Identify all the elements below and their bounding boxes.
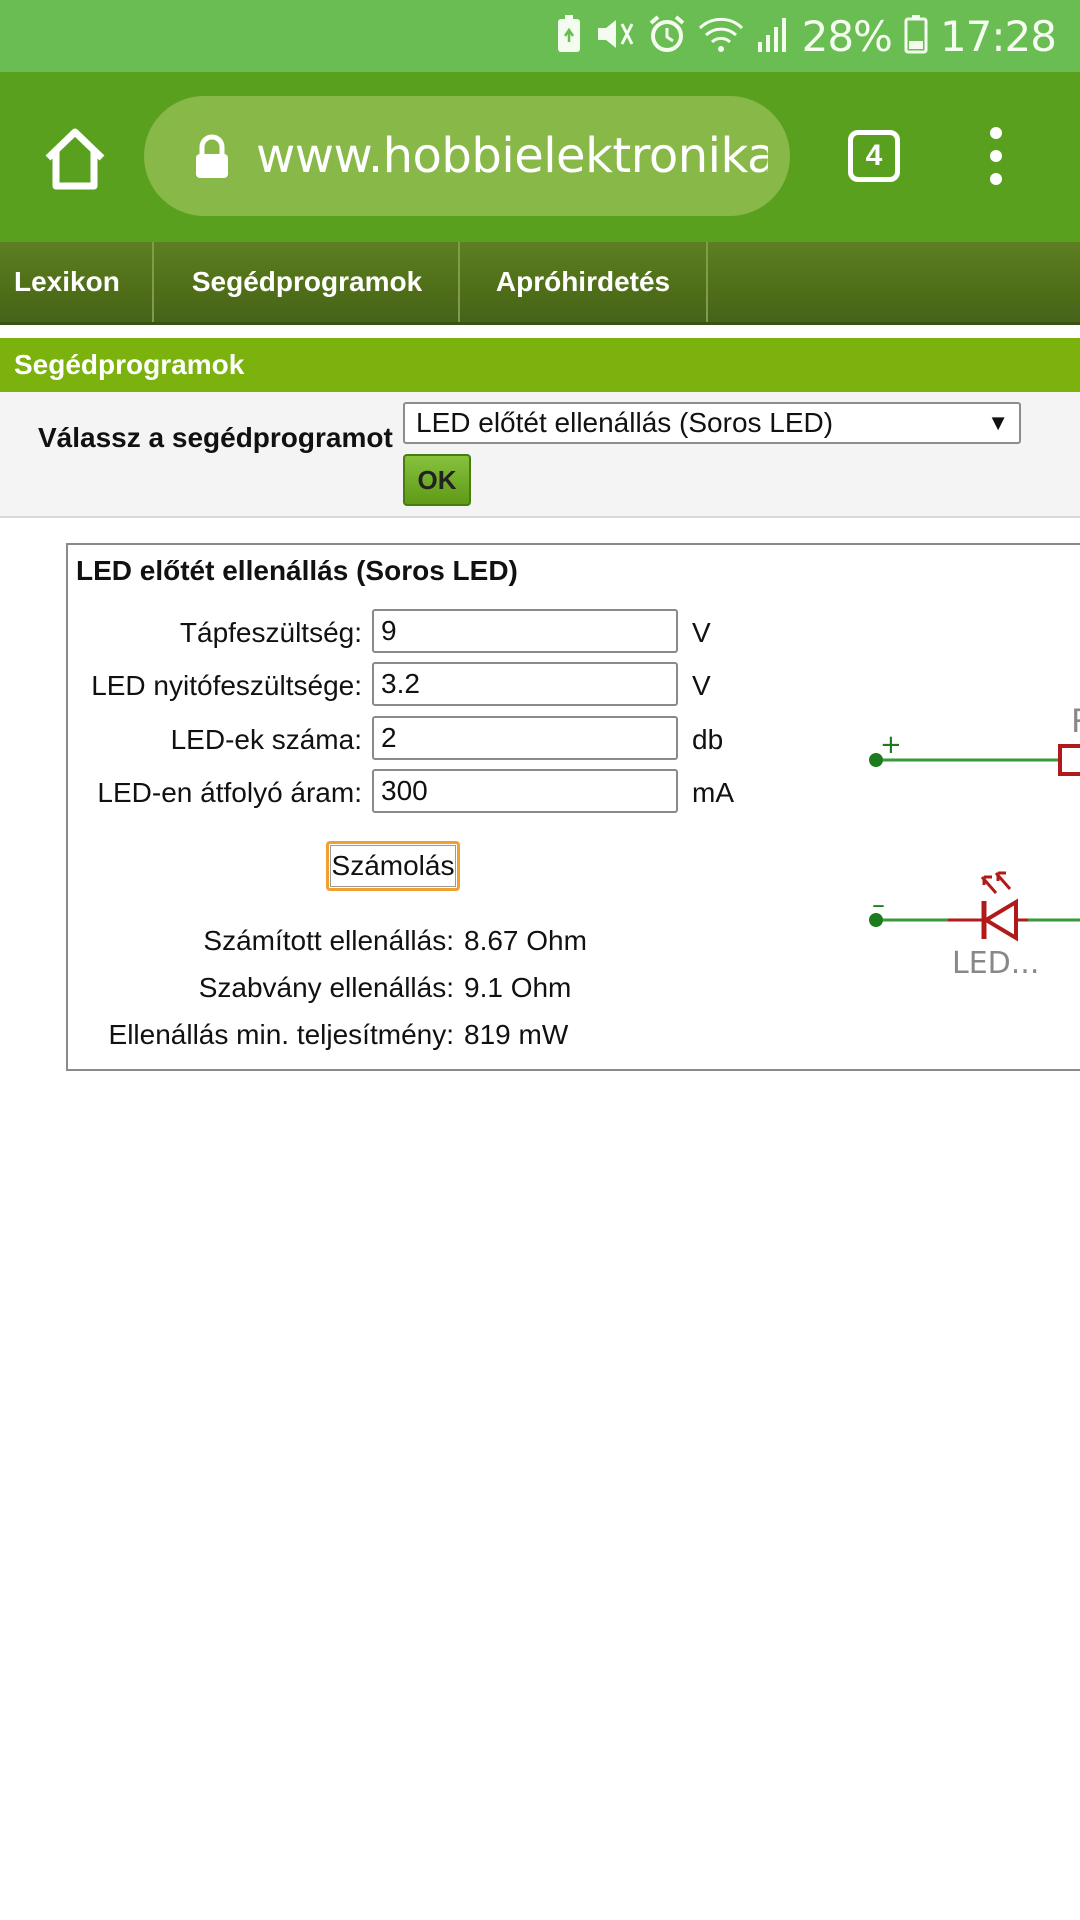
led-count-input[interactable]: 2 bbox=[372, 716, 678, 760]
field-label: LED-en átfolyó áram: bbox=[97, 777, 362, 808]
field-label: Tápfeszültség: bbox=[179, 617, 362, 648]
battery-percent: 28% bbox=[801, 11, 893, 61]
result-standard-resistance: Szabvány ellenállás: 9.1 Ohm bbox=[68, 972, 768, 1012]
overflow-menu-icon[interactable] bbox=[980, 127, 1012, 187]
field-supply-voltage: Tápfeszültség: 9 V bbox=[68, 609, 768, 653]
battery-icon bbox=[904, 14, 928, 59]
mute-vibrate-icon bbox=[594, 14, 636, 59]
field-unit: V bbox=[692, 670, 711, 701]
led-current-input[interactable]: 300 bbox=[372, 769, 678, 813]
field-unit: V bbox=[692, 617, 711, 648]
calculator-panel: LED előtét ellenállás (Soros LED) Tápfes… bbox=[66, 543, 1080, 1071]
field-label: LED nyitófeszültsége: bbox=[91, 670, 362, 701]
resistor-r1 bbox=[1058, 744, 1080, 776]
result-value: 9.1 Ohm bbox=[464, 972, 572, 1003]
result-label: Számított ellenállás: bbox=[203, 925, 454, 956]
result-label: Ellenállás min. teljesítmény: bbox=[108, 1019, 454, 1050]
wifi-icon bbox=[698, 14, 744, 59]
result-value: 819 mW bbox=[464, 1019, 569, 1050]
dropdown-arrow-icon: ▼ bbox=[987, 410, 1009, 435]
clock: 17:28 bbox=[939, 11, 1057, 61]
calculate-button[interactable]: Számolás bbox=[326, 841, 460, 891]
calculator-title: LED előtét ellenállás (Soros LED) bbox=[76, 555, 518, 586]
battery-saver-icon bbox=[556, 14, 582, 59]
calculate-button-label: Számolás bbox=[330, 845, 456, 887]
url-text[interactable]: www.hobbielektronika.hu bbox=[256, 96, 768, 216]
home-icon bbox=[45, 128, 105, 190]
resistor-label: R1 bbox=[1071, 702, 1080, 740]
program-select-label: Válassz a segédprogramot bbox=[38, 422, 393, 453]
result-calculated-resistance: Számított ellenállás: 8.67 Ohm bbox=[68, 925, 768, 965]
field-label: LED-ek száma: bbox=[170, 724, 362, 755]
negative-label: – bbox=[872, 890, 885, 920]
supply-voltage-input[interactable]: 9 bbox=[372, 609, 678, 653]
program-select-area: Válassz a segédprogramot LED előtét elle… bbox=[0, 392, 1080, 518]
nav-item-lexikon[interactable]: Lexikon bbox=[0, 242, 154, 322]
ok-button[interactable]: OK bbox=[403, 454, 471, 506]
url-bar[interactable]: www.hobbielektronika.hu bbox=[144, 96, 790, 216]
field-unit: mA bbox=[692, 777, 734, 808]
result-min-power: Ellenállás min. teljesítmény: 819 mW bbox=[68, 1019, 768, 1059]
field-led-forward-voltage: LED nyitófeszültsége: 3.2 V bbox=[68, 662, 768, 706]
led-label: LED... bbox=[952, 946, 1039, 975]
field-unit: db bbox=[692, 724, 724, 755]
tabs-button[interactable]: 4 bbox=[848, 130, 900, 182]
nav-item-aprohirdetes[interactable]: Apróhirdetés bbox=[460, 242, 708, 322]
lock-icon bbox=[196, 134, 228, 178]
status-icons: 28% 17:28 bbox=[556, 0, 1057, 72]
nav-item-segedprogramok[interactable]: Segédprogramok bbox=[156, 242, 460, 322]
alarm-icon bbox=[648, 14, 686, 59]
led-circuit-schematic: + R1 – LED... L bbox=[869, 702, 1080, 975]
program-select[interactable]: LED előtét ellenállás (Soros LED) ▼ bbox=[403, 402, 1021, 444]
result-value: 8.67 Ohm bbox=[464, 925, 587, 956]
field-led-count: LED-ek száma: 2 db bbox=[68, 716, 768, 760]
field-led-current: LED-en átfolyó áram: 300 mA bbox=[68, 769, 768, 813]
browser-toolbar: www.hobbielektronika.hu 4 bbox=[0, 72, 1080, 242]
led-symbol bbox=[948, 871, 1028, 942]
site-nav: Lexikon Segédprogramok Apróhirdetés bbox=[0, 242, 1080, 325]
signal-icon bbox=[756, 14, 790, 59]
led-forward-voltage-input[interactable]: 3.2 bbox=[372, 662, 678, 706]
home-button[interactable] bbox=[40, 124, 110, 194]
section-title: Segédprogramok bbox=[0, 338, 1080, 392]
status-bar: 28% 17:28 bbox=[0, 0, 1080, 72]
positive-label: + bbox=[880, 730, 902, 760]
program-select-value: LED előtét ellenállás (Soros LED) bbox=[416, 407, 834, 438]
result-label: Szabvány ellenállás: bbox=[198, 972, 454, 1003]
